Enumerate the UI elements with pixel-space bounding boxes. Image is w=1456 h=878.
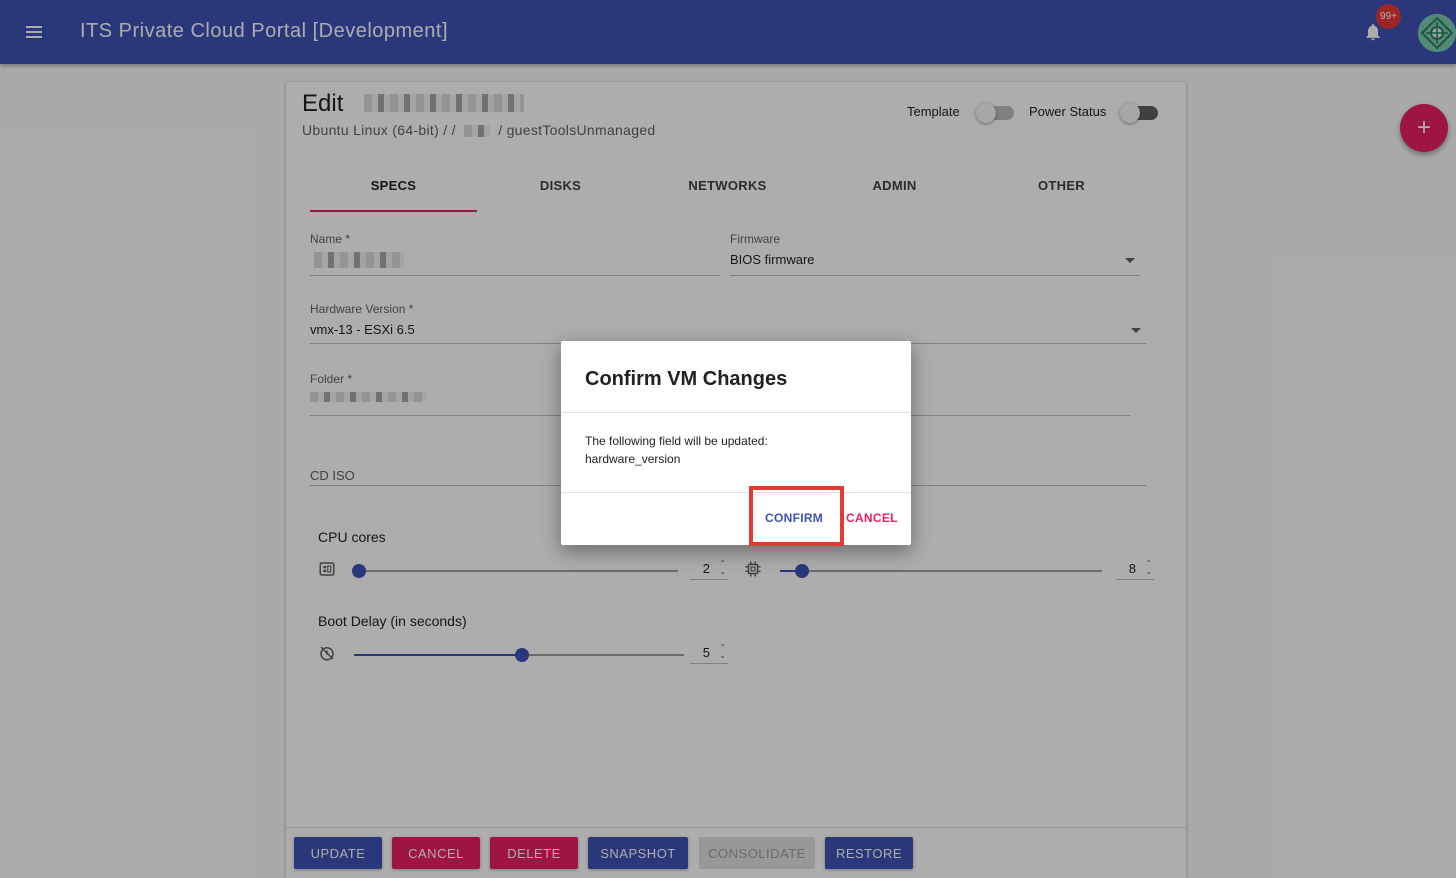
dialog-title: Confirm VM Changes: [585, 368, 788, 390]
dialog-message-line: The following field will be updated:: [585, 434, 768, 448]
divider: [561, 412, 911, 413]
dialog-cancel-button[interactable]: CANCEL: [846, 511, 898, 525]
confirm-dialog: Confirm VM Changes The following field w…: [561, 341, 911, 545]
divider: [561, 492, 911, 493]
dialog-field-name: hardware_version: [585, 452, 681, 466]
dialog-message: The following field will be updated: har…: [585, 432, 768, 468]
confirm-button[interactable]: CONFIRM: [765, 511, 823, 525]
